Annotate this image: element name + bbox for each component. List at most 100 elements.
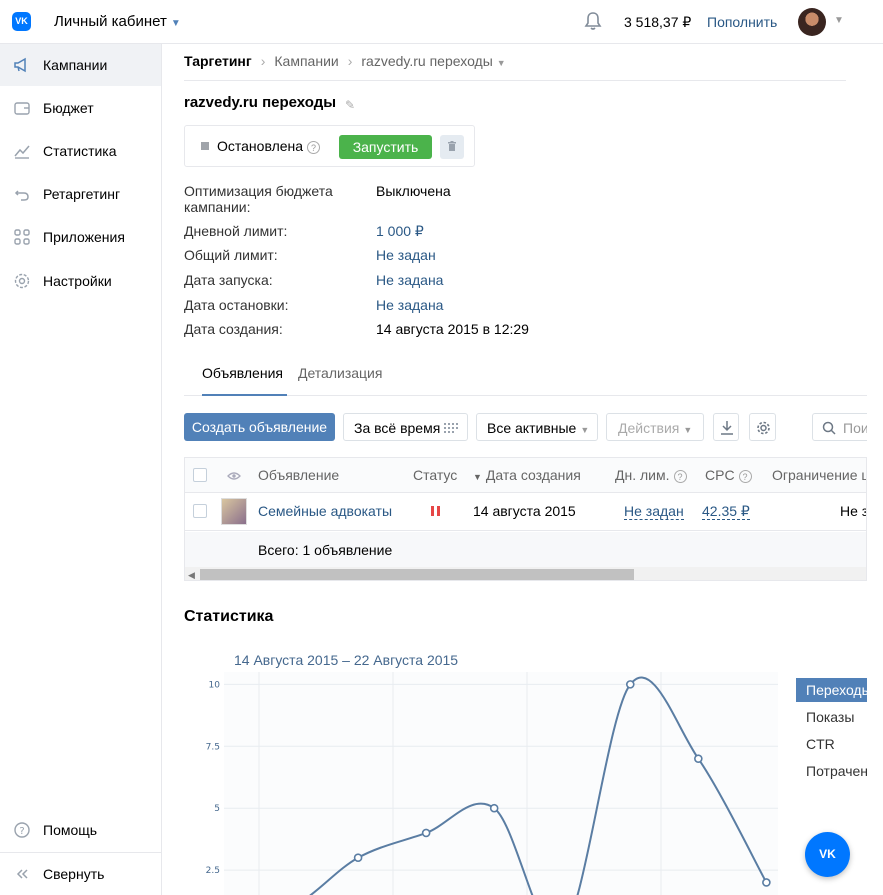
prop-value-link[interactable]: Не задана [376, 272, 443, 288]
stopped-icon [201, 142, 209, 150]
scrollbar-thumb[interactable] [200, 569, 634, 580]
vertical-scrollbar[interactable] [867, 44, 883, 895]
ad-daily-limit[interactable]: Не задан [624, 503, 684, 520]
status-text: Остановлена? [217, 138, 321, 154]
legend-item-impressions[interactable]: Показы [796, 705, 867, 729]
scrollbar-thumb[interactable] [870, 44, 880, 604]
sidebar-item-label: Бюджет [43, 100, 94, 116]
collapse-icon [13, 865, 31, 883]
pencil-icon[interactable]: ✎ [345, 98, 355, 112]
sidebar-item-retargeting[interactable]: Ретаргетинг [0, 173, 161, 215]
data-point [762, 878, 771, 887]
ad-created: 14 августа 2015 [473, 503, 576, 519]
ad-cpc[interactable]: 42.35 ₽ [702, 503, 750, 520]
actions-select[interactable]: Действия ▼ [606, 413, 704, 441]
cabinet-menu[interactable]: Личный кабинет ▼ [54, 13, 181, 30]
prop-value-link[interactable]: 1 000 ₽ [376, 223, 424, 240]
calendar-grid-icon [444, 423, 458, 433]
legend-item-ctr[interactable]: CTR [796, 732, 867, 756]
filter-select[interactable]: Все активные ▼ [476, 413, 598, 441]
search-input[interactable]: Поиск [812, 413, 867, 441]
tab-details[interactable]: Детализация [298, 365, 382, 381]
legend-item-spent[interactable]: Потрачено [796, 759, 867, 783]
col-status[interactable]: Статус [413, 467, 457, 483]
bell-icon[interactable] [582, 10, 604, 32]
help-icon[interactable]: ? [738, 469, 752, 483]
search-placeholder: Поиск [843, 420, 867, 436]
ads-table: Объявление Статус ▼ Дата создания Дн. лим… [184, 457, 867, 581]
prop-key: Дата запуска: [184, 272, 273, 288]
help-icon[interactable]: ? [673, 469, 687, 483]
stats-date-range[interactable]: 14 Августа 2015 – 22 Августа 2015 [234, 652, 458, 668]
period-label: За всё время [354, 420, 441, 436]
breadcrumb: Таргетинг › Кампании › razvedy.ru переходы ▼ [184, 53, 506, 69]
select-all-checkbox[interactable] [193, 468, 207, 482]
download-button[interactable] [713, 413, 739, 441]
gear-icon [13, 272, 31, 290]
trash-icon [448, 141, 456, 151]
pause-icon[interactable] [431, 506, 440, 516]
ad-name-link[interactable]: Семейные адвокаты [258, 503, 392, 519]
stats-chart: 2.5 5 7.5 10 [206, 672, 778, 895]
sidebar-collapse[interactable]: Свернуть [0, 853, 161, 895]
sidebar-item-settings[interactable]: Настройки [0, 260, 161, 302]
topup-link[interactable]: Пополнить [707, 14, 777, 30]
sidebar-item-help[interactable]: ? Помощь [0, 809, 161, 851]
table-row: Семейные адвокаты 14 августа 2015 Не зад… [185, 493, 866, 531]
sidebar-item-label: Статистика [43, 143, 117, 159]
sidebar-item-statistics[interactable]: Статистика [0, 130, 161, 172]
avatar[interactable] [798, 8, 826, 36]
caret-down-icon: ▼ [683, 425, 693, 435]
prop-value-link[interactable]: Не задана [376, 297, 443, 313]
help-icon[interactable]: ? [307, 140, 321, 154]
sidebar-item-budget[interactable]: Бюджет [0, 87, 161, 129]
tab-ads[interactable]: Объявления [202, 365, 283, 381]
vk-logo-icon[interactable]: VK [12, 12, 31, 31]
data-point [694, 754, 703, 763]
vk-chat-button[interactable]: VK [805, 832, 850, 877]
horizontal-scrollbar[interactable]: ◀ [185, 567, 866, 580]
chart-plot-area [224, 672, 778, 895]
delete-button[interactable] [440, 135, 464, 159]
breadcrumb-current[interactable]: razvedy.ru переходы [361, 53, 492, 69]
prop-key: Оптимизация бюджета кампании: [184, 183, 333, 215]
period-select[interactable]: За всё время [343, 413, 468, 441]
y-tick-label: 2.5 [206, 866, 220, 876]
settings-button[interactable] [749, 413, 776, 441]
divider [184, 80, 846, 81]
page-title: razvedy.ru переходы [184, 94, 337, 111]
table-footer: Всего: 1 объявление [185, 532, 866, 568]
chevron-down-icon[interactable]: ▼ [834, 15, 844, 26]
prop-key: Дата создания: [184, 321, 283, 337]
run-button[interactable]: Запустить [339, 135, 432, 159]
collapse-label: Свернуть [43, 866, 105, 882]
gear-icon [757, 421, 770, 435]
sidebar-item-apps[interactable]: Приложения [0, 216, 161, 258]
sidebar-item-label: Ретаргетинг [43, 186, 121, 202]
chevron-right-icon: › [260, 53, 266, 69]
col-daily-limit[interactable]: Дн. лим.? [615, 467, 687, 483]
row-checkbox[interactable] [193, 504, 207, 518]
prop-value-link[interactable]: Не задан [376, 247, 436, 263]
breadcrumb-root[interactable]: Таргетинг [184, 53, 252, 69]
cabinet-label[interactable]: Личный кабинет [54, 13, 167, 30]
arrow-left-icon[interactable]: ◀ [188, 570, 195, 580]
col-cpc[interactable]: CPC? [705, 467, 752, 483]
col-ad[interactable]: Объявление [258, 467, 339, 483]
caret-down-icon[interactable]: ▼ [497, 58, 506, 68]
chevron-down-icon: ▼ [170, 18, 181, 29]
breadcrumb-section[interactable]: Кампании [274, 53, 338, 69]
sidebar-item-label: Настройки [43, 273, 112, 289]
help-icon: ? [13, 821, 31, 839]
create-ad-button[interactable]: Создать объявление [184, 413, 335, 441]
search-icon [822, 421, 836, 435]
y-tick-label: 10 [209, 680, 221, 690]
sidebar-item-campaigns[interactable]: Кампании [0, 44, 161, 86]
ad-thumbnail[interactable] [221, 498, 247, 525]
legend-item-clicks[interactable]: Переходы [796, 678, 867, 702]
y-tick-label: 7.5 [206, 742, 220, 752]
data-point [353, 853, 363, 863]
eye-icon[interactable] [227, 471, 241, 481]
col-created[interactable]: ▼ Дата создания [473, 467, 581, 483]
col-limit[interactable]: Ограничение це [772, 467, 866, 483]
